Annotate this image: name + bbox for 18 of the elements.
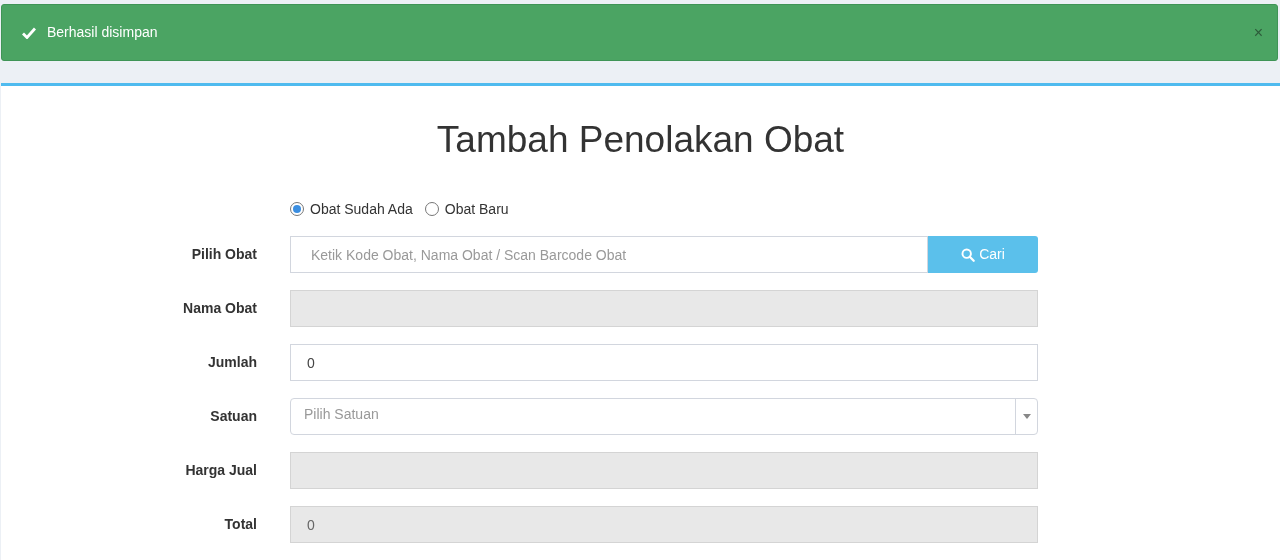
field-label: Satuan (209, 407, 257, 426)
field-label: Total (223, 515, 257, 534)
text-field[interactable]: 0 (290, 344, 1038, 381)
close-button[interactable]: × (1253, 24, 1263, 41)
form-title: Tambah Penolakan Obat (435, 118, 846, 162)
search-field[interactable]: Ketik Kode Obat, Nama Obat / Scan Barcode Obat (290, 236, 928, 273)
select-field[interactable]: Pilih Satuan (290, 398, 1038, 435)
field-label: Nama Obat (182, 299, 257, 318)
check-icon (22, 26, 36, 39)
select-placeholder: Pilih Satuan (303, 405, 380, 424)
field-label: Jumlah (207, 353, 257, 372)
field-label: Harga Jual (184, 461, 257, 480)
search-icon (961, 247, 976, 262)
field-label: Pilih Obat (190, 245, 257, 264)
caret-icon (1022, 414, 1031, 419)
radio-option[interactable]: Obat Sudah Ada (290, 198, 413, 220)
radio-option[interactable]: Obat Baru (424, 198, 509, 220)
alert-message: Berhasil disimpan (47, 23, 159, 42)
